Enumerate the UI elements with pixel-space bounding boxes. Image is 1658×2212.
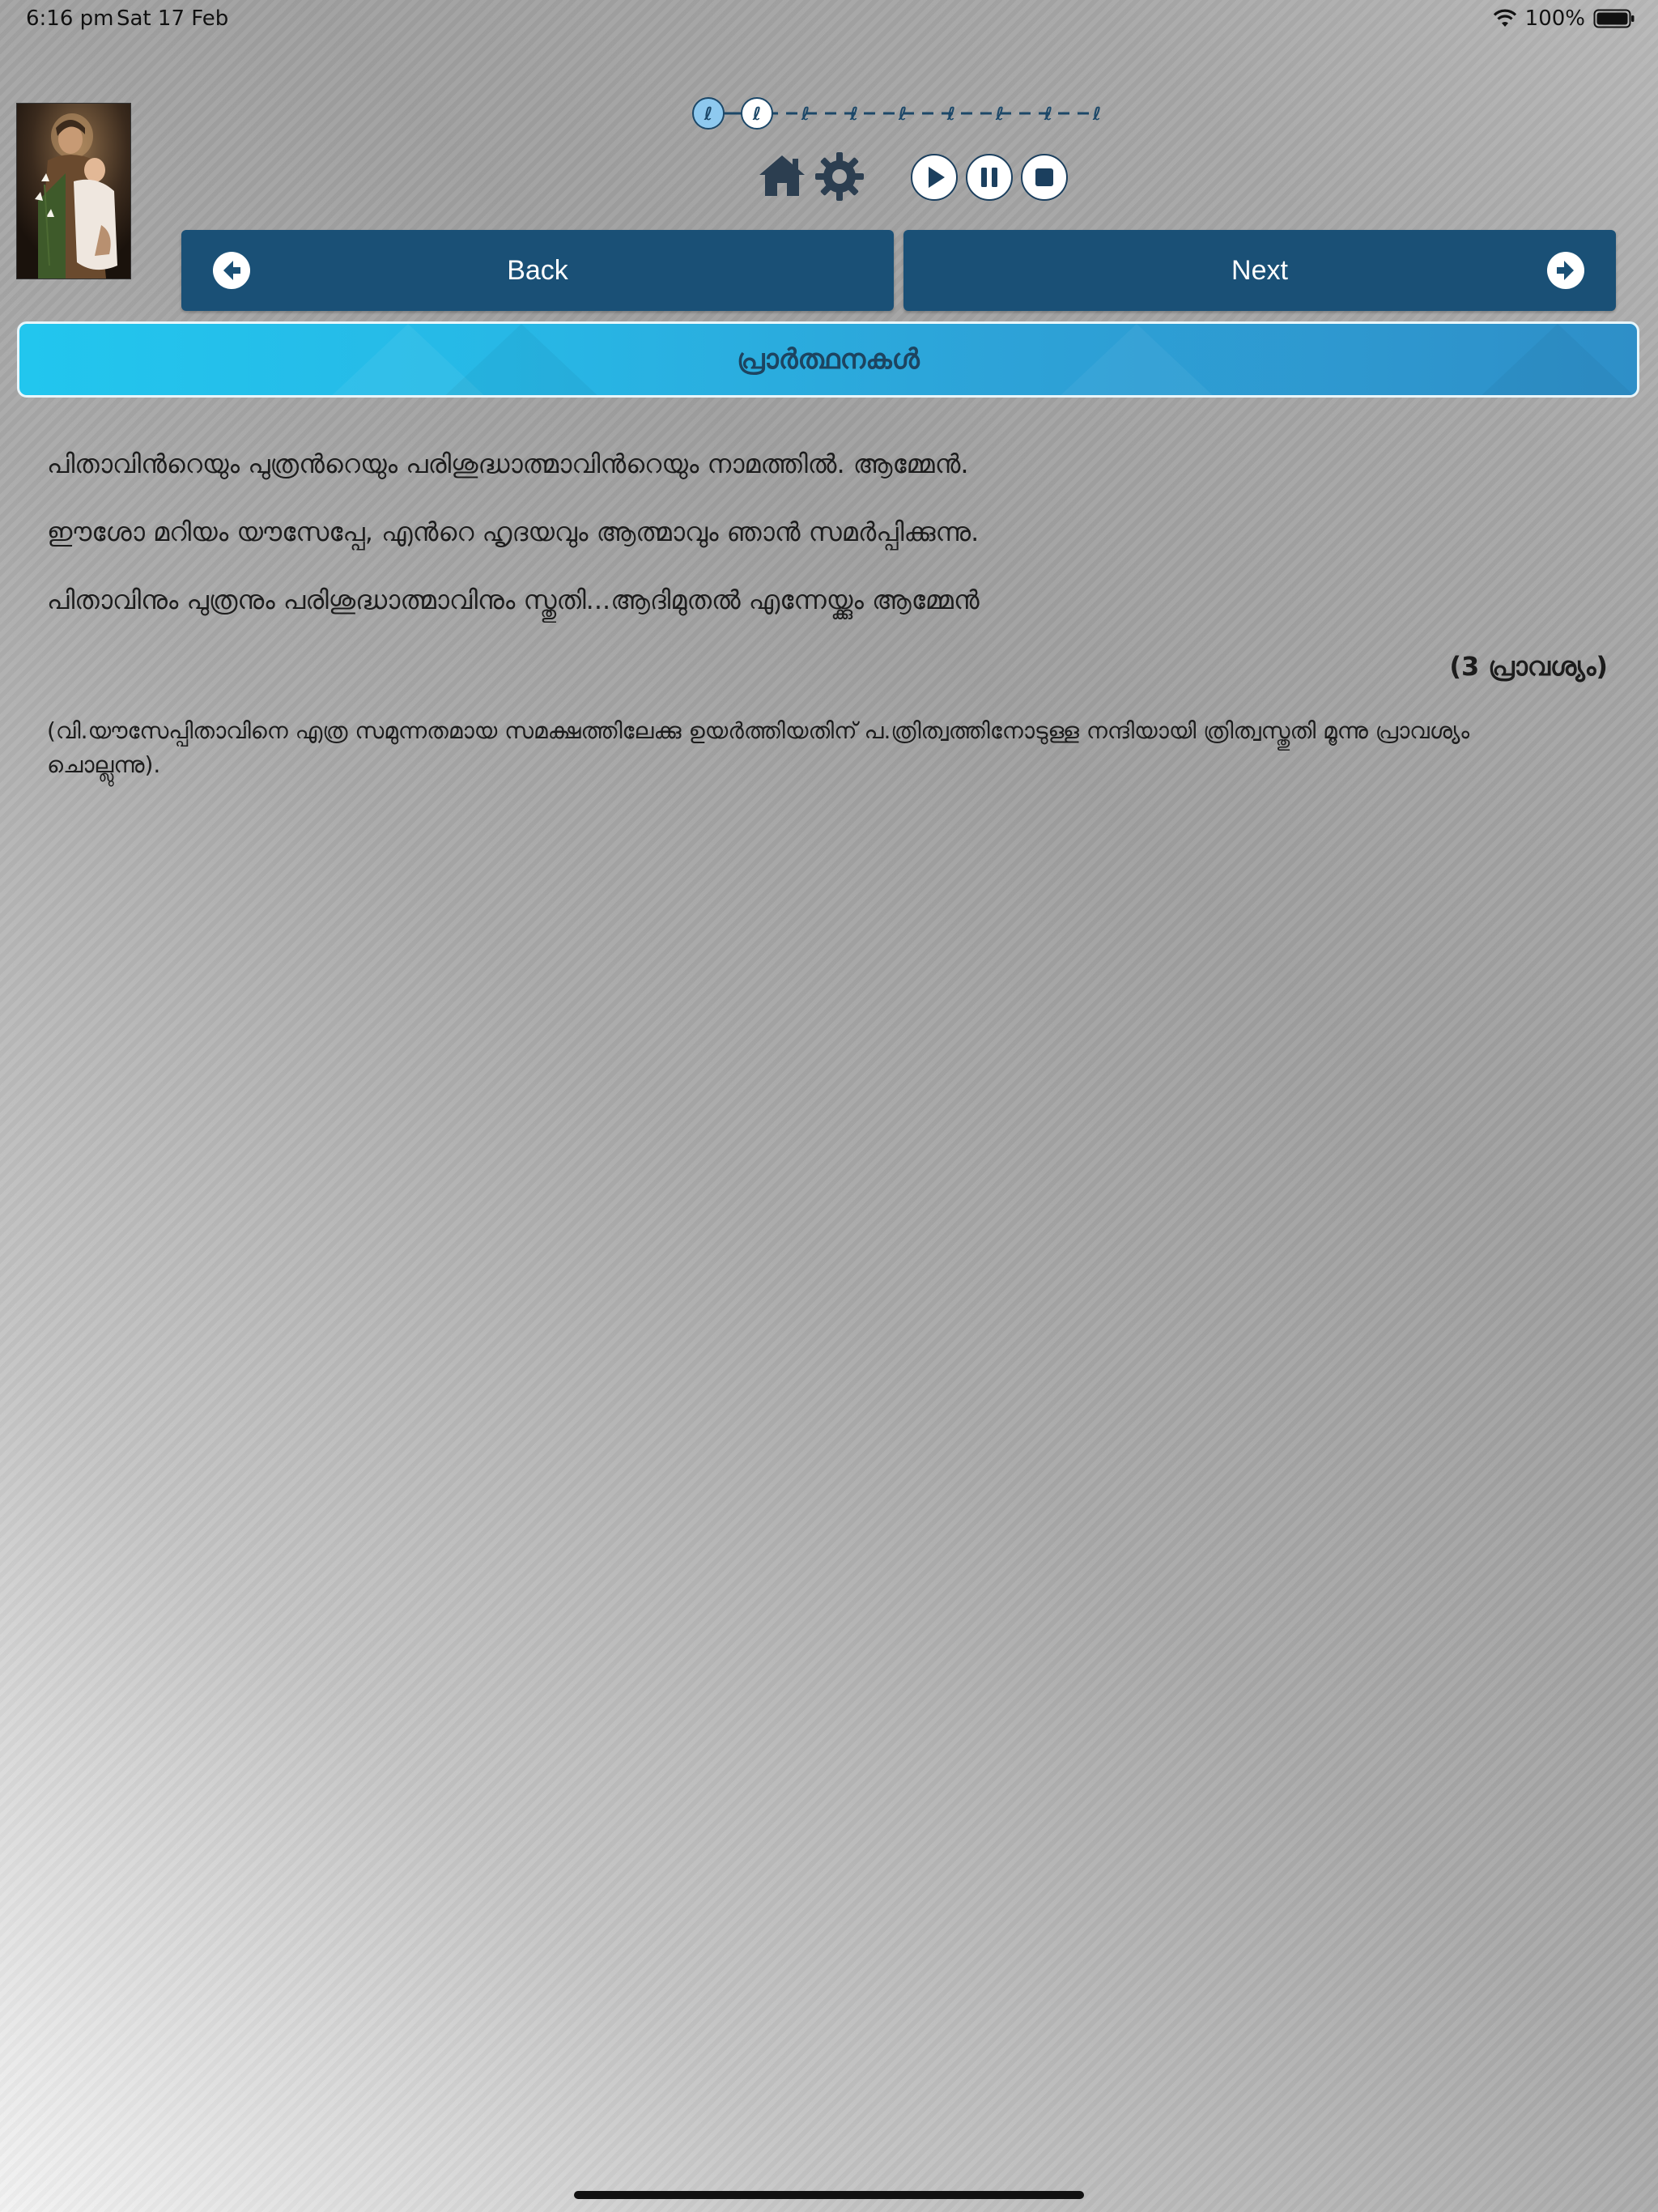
next-button[interactable]: Next bbox=[903, 230, 1616, 311]
status-indicators: 100% bbox=[1493, 6, 1635, 31]
status-date: Sat 17 Feb bbox=[117, 6, 229, 31]
repeat-note: (3 പ്രാവശ്യം) bbox=[1449, 651, 1608, 682]
stop-button[interactable] bbox=[1021, 154, 1068, 201]
pause-icon bbox=[981, 168, 997, 187]
svg-text:ℓ: ℓ bbox=[946, 104, 955, 125]
status-bar: 6:16 pm Sat 17 Feb 100% bbox=[0, 0, 1658, 40]
gear-icon[interactable] bbox=[814, 151, 865, 202]
section-title: പ്രാർത്ഥനകൾ bbox=[737, 343, 920, 376]
battery-icon bbox=[1593, 9, 1635, 28]
saint-joseph-image bbox=[16, 103, 131, 279]
svg-text:ℓ: ℓ bbox=[995, 104, 1004, 125]
stop-icon bbox=[1035, 168, 1053, 186]
section-header: പ്രാർത്ഥനകൾ bbox=[17, 321, 1639, 398]
prayer-line-2: ഈശോ മറിയം യൗസേപ്പേ, എൻറെ ഹൃദയവും ആത്മാവു… bbox=[47, 517, 980, 547]
prayer-progress-track: ℓ ℓ ℓ ℓ ℓ ℓ ℓ ℓ ℓ bbox=[692, 95, 1109, 132]
next-button-label: Next bbox=[1231, 254, 1288, 286]
controls-row bbox=[757, 151, 1081, 209]
svg-text:ℓ: ℓ bbox=[898, 104, 907, 125]
battery-percent: 100% bbox=[1524, 6, 1585, 31]
status-time: 6:16 pm bbox=[26, 6, 114, 31]
back-button-label: Back bbox=[507, 254, 568, 286]
svg-text:ℓ: ℓ bbox=[1092, 104, 1101, 125]
play-icon bbox=[929, 167, 945, 188]
svg-text:ℓ: ℓ bbox=[849, 104, 858, 125]
svg-text:ℓ: ℓ bbox=[752, 104, 761, 125]
play-button[interactable] bbox=[911, 154, 958, 201]
prayer-line-3: പിതാവിനും പുത്രനും പരിശുദ്ധാത്മാവിനും സ്… bbox=[47, 585, 980, 615]
home-icon[interactable] bbox=[757, 151, 807, 201]
footnote-text: (വി.യൗസേപ്പിതാവിനെ എത്ര സമുന്നതമായ സമക്ഷ… bbox=[47, 717, 1470, 778]
back-button[interactable]: Back bbox=[181, 230, 894, 311]
arrow-right-icon bbox=[1547, 252, 1584, 289]
svg-text:ℓ: ℓ bbox=[1044, 104, 1052, 125]
svg-text:ℓ: ℓ bbox=[704, 104, 712, 125]
wifi-icon bbox=[1493, 9, 1516, 27]
pause-button[interactable] bbox=[966, 154, 1013, 201]
prayer-line-1: പിതാവിൻറെയും പുത്രൻറെയും പരിശുദ്ധാത്മാവി… bbox=[47, 449, 969, 479]
svg-text:ℓ: ℓ bbox=[801, 104, 810, 125]
home-indicator[interactable] bbox=[574, 2191, 1084, 2199]
